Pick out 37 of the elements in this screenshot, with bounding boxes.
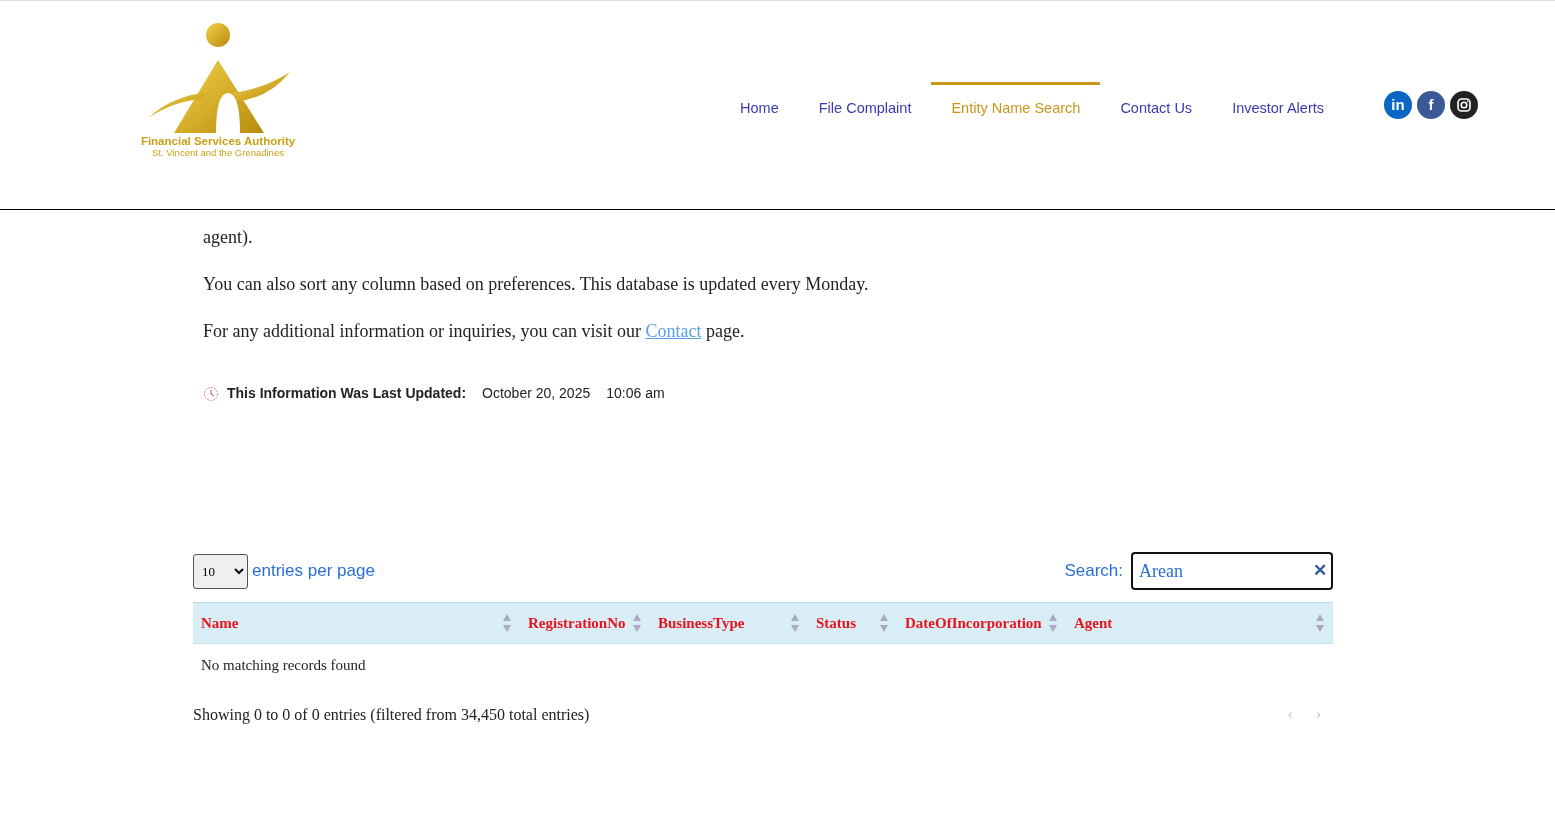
search-field[interactable]: Arean ✕ — [1131, 552, 1333, 590]
paragraph: You can also sort any column based on preferences. This database is updated every Monday. — [203, 273, 870, 296]
contact-link[interactable]: Contact — [645, 321, 702, 341]
column-header[interactable]: DateOfIncorporation — [905, 611, 1042, 635]
entries-label: entries per page — [252, 560, 375, 583]
nav-link[interactable]: Entity Name Search — [931, 82, 1101, 133]
updated-label: This Information Was Last Updated: — [227, 384, 467, 403]
logo-subtitle: St. Vincent and the Grenadines — [152, 147, 284, 159]
updated-time: 10:06 am — [606, 384, 665, 403]
nav-link[interactable]: File Complaint — [798, 82, 932, 133]
instagram-icon[interactable] — [1450, 91, 1478, 119]
column-header[interactable]: BusinessType — [658, 611, 745, 635]
search-label: Search: — [1064, 560, 1123, 583]
page-size-select[interactable]: 10 — [193, 553, 248, 589]
paragraph: For any additional information or inquiries, you can visit our Contact page. — [203, 320, 746, 343]
logo-title: Financial Services Authority — [140, 135, 296, 148]
sort-icon[interactable] — [1315, 613, 1325, 633]
sort-icon[interactable] — [790, 613, 800, 633]
column-header[interactable]: Status — [816, 611, 856, 635]
column-header[interactable]: RegistrationNo — [528, 611, 626, 635]
nav-link[interactable]: Home — [720, 82, 799, 133]
table-info: Showing 0 to 0 of 0 entries (filtered from 34,450 total entries) — [193, 704, 590, 726]
empty-message: No matching records found — [200, 656, 367, 675]
column-header[interactable]: Agent — [1074, 611, 1113, 635]
column-header[interactable]: Name — [201, 611, 239, 635]
clear-button[interactable]: ✕ — [1313, 558, 1327, 584]
sort-icon[interactable] — [632, 613, 642, 633]
sort-icon[interactable] — [879, 613, 889, 633]
linkedin-icon[interactable]: in — [1384, 91, 1412, 119]
facebook-icon[interactable]: f — [1417, 91, 1445, 119]
sort-icon[interactable] — [502, 613, 512, 633]
sort-icon[interactable] — [1048, 613, 1058, 633]
updated-date: October 20, 2025 — [482, 384, 591, 403]
nav-link[interactable]: Investor Alerts — [1212, 82, 1344, 133]
paragraph: agent). — [203, 226, 254, 249]
clock-icon — [203, 385, 219, 402]
nav-link[interactable]: Contact Us — [1100, 82, 1213, 133]
